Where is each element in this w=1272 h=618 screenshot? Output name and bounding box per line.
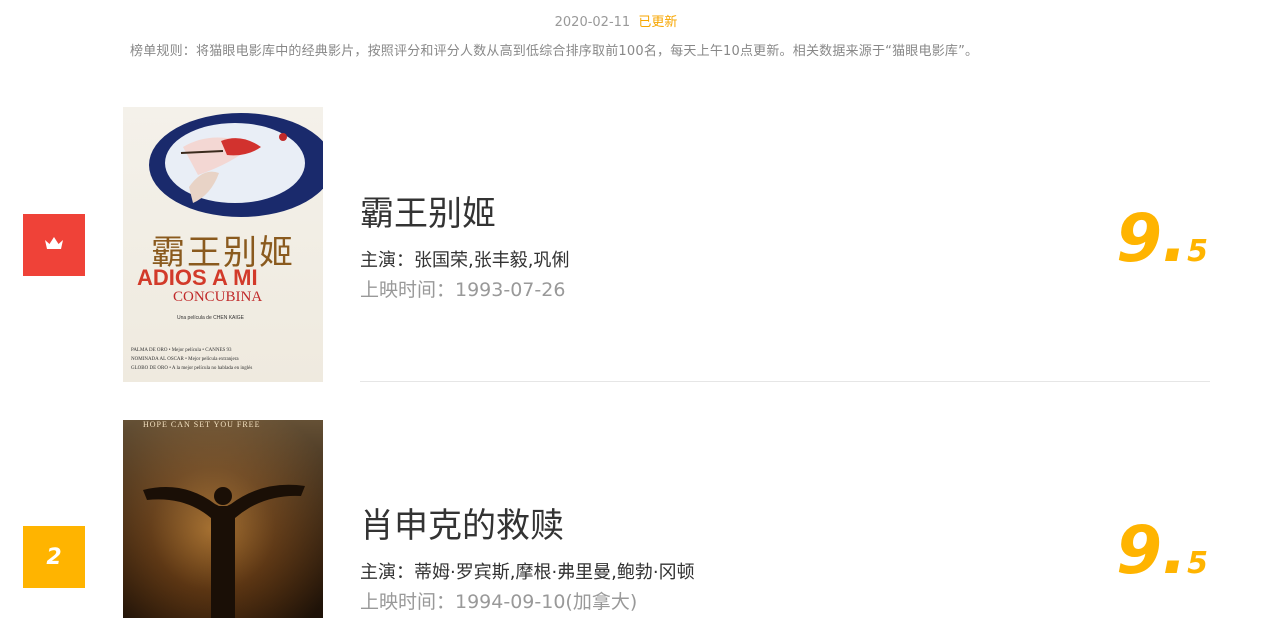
poster-credit-1: PALMA DE ORO • Mejor película • CANNES 9… — [131, 348, 232, 353]
updated-label: 已更新 — [638, 15, 678, 30]
poster-credit-2: NOMINADA AL OSCAR • Mejor película extra… — [131, 357, 239, 362]
movie-title[interactable]: 霸王别姬 — [360, 186, 496, 235]
score-fraction: 5 — [1187, 234, 1208, 269]
movie-poster[interactable]: HOPE CAN SET YOU FREE — [123, 420, 323, 618]
movie-release: 上映时间：1994-09-10(加拿大) — [360, 591, 638, 613]
movie-stars: 主演：张国荣,张丰毅,巩俐 — [360, 250, 570, 271]
score-integer: 9. — [1116, 512, 1188, 589]
poster-title-en: ADIOS A MI — [137, 265, 258, 290]
update-info: 2020-02-11 已更新 — [0, 11, 1232, 30]
poster-artwork — [123, 420, 323, 618]
rank-badge — [23, 214, 85, 276]
movie-release: 上映时间：1993-07-26 — [360, 279, 566, 301]
movie-score: 9.5 — [1116, 200, 1208, 277]
divider — [360, 381, 1210, 382]
movie-stars: 主演：蒂姆·罗宾斯,摩根·弗里曼,鲍勃·冈顿 — [360, 562, 695, 583]
score-fraction: 5 — [1187, 546, 1208, 581]
movie-title[interactable]: 肖申克的救赎 — [360, 498, 564, 547]
update-date: 2020-02-11 — [554, 15, 631, 30]
rank-badge: 2 — [23, 526, 85, 588]
movie-poster[interactable]: 霸王别姬 ADIOS A MI CONCUBINA Una película d… — [123, 107, 323, 382]
poster-director: Una película de CHEN KAIGE — [177, 315, 244, 321]
poster-tagline: HOPE CAN SET YOU FREE — [143, 420, 261, 429]
crown-icon — [43, 234, 65, 256]
poster-subtitle: CONCUBINA — [173, 289, 263, 305]
score-integer: 9. — [1116, 200, 1188, 277]
movie-score: 9.5 — [1116, 512, 1208, 589]
board-rules: 榜单规则：将猫眼电影库中的经典影片，按照评分和评分人数从高到低综合排序取前100… — [130, 44, 979, 59]
poster-credit-3: GLOBO DE ORO • A la mejor película no ha… — [131, 366, 253, 371]
